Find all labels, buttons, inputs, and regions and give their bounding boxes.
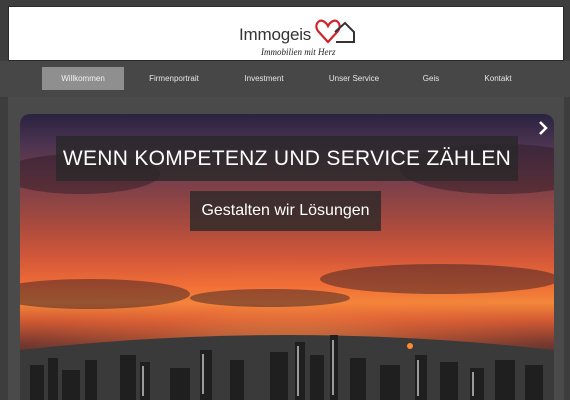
- logo[interactable]: Immogeis Immobilien mit Herz: [231, 17, 361, 59]
- nav-item-investment[interactable]: Investment: [223, 67, 305, 90]
- nav-item-firmenportrait[interactable]: Firmenportrait: [133, 67, 215, 90]
- hero-headline: WENN KOMPETENZ UND SERVICE ZÄHLEN: [56, 136, 518, 181]
- nav-item-willkommen[interactable]: Willkommen: [42, 67, 124, 90]
- logo-wordmark: Immogeis: [239, 25, 312, 44]
- nav-item-kontakt[interactable]: Kontakt: [467, 67, 529, 90]
- hero-subline: Gestalten wir Lösungen: [190, 191, 381, 231]
- main-navigation: Willkommen Firmenportrait Investment Uns…: [0, 61, 570, 97]
- site-header: Immogeis Immobilien mit Herz: [8, 6, 564, 61]
- logo-tagline: Immobilien mit Herz: [261, 47, 336, 57]
- heart-house-icon: [315, 19, 355, 44]
- nav-item-geis[interactable]: Geis: [400, 67, 462, 90]
- nav-item-unser-service[interactable]: Unser Service: [313, 67, 395, 90]
- cloud: [320, 264, 554, 294]
- city-skyline: [20, 335, 554, 400]
- cloud: [190, 289, 350, 307]
- chevron-right-icon[interactable]: [538, 121, 548, 135]
